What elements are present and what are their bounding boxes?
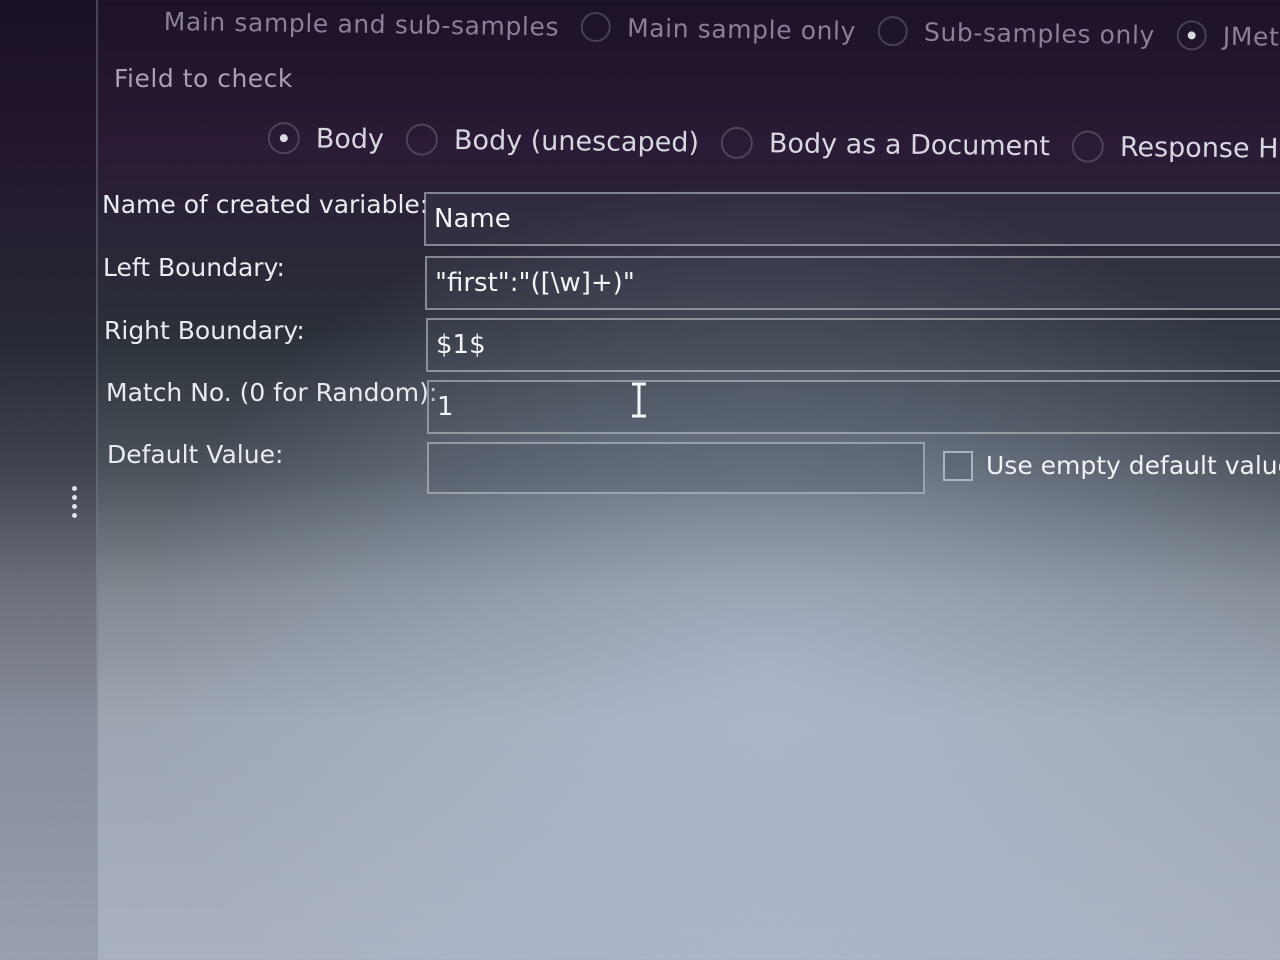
radio-selected-icon[interactable] <box>267 122 300 155</box>
radio-label: JMeter Variab <box>1222 21 1280 52</box>
radio-option-body[interactable]: Body <box>267 122 385 155</box>
radio-circle-icon[interactable] <box>720 126 754 160</box>
left-boundary-input[interactable] <box>425 256 1280 310</box>
radio-option-main-only[interactable]: Main sample only <box>559 11 857 46</box>
radio-option-body-unescaped[interactable]: Body (unescaped) <box>384 123 699 158</box>
sample-scope-radio-group: Main sample and sub-samples Main sample … <box>164 6 1280 53</box>
radio-label: Main sample only <box>626 12 857 46</box>
match-number-label: Match No. (0 for Random): <box>106 378 438 407</box>
radio-label: Body as a Document <box>768 127 1051 162</box>
radio-label: Response Headers <box>1119 131 1280 166</box>
radio-option-response-headers[interactable]: Response Headers <box>1050 130 1280 165</box>
radio-option-jmeter-variable[interactable]: JMeter Variab <box>1155 20 1280 53</box>
grip-dot <box>71 486 77 491</box>
default-value-input[interactable] <box>427 442 925 494</box>
text-cursor-icon <box>632 382 646 418</box>
grip-dot <box>71 495 77 500</box>
radio-selected-icon[interactable] <box>1176 20 1208 51</box>
panel-splitter[interactable] <box>96 0 98 960</box>
variable-name-input[interactable] <box>424 192 1280 246</box>
grip-dot <box>71 504 77 509</box>
match-number-input[interactable] <box>427 380 1280 434</box>
radio-circle-icon[interactable] <box>877 15 909 47</box>
variable-name-label: Name of created variable: <box>102 190 429 219</box>
radio-circle-icon[interactable] <box>405 123 439 156</box>
field-to-check-heading: Field to check <box>114 64 293 93</box>
radio-circle-icon[interactable] <box>1071 130 1105 163</box>
radio-option-main-and-sub[interactable]: Main sample and sub-samples <box>164 6 560 41</box>
right-boundary-input[interactable] <box>426 318 1280 372</box>
radio-label: Sub-samples only <box>923 17 1156 50</box>
default-value-label: Default Value: <box>107 440 284 469</box>
use-empty-default-label[interactable]: Use empty default value <box>986 451 1280 480</box>
radio-label: Body (unescaped) <box>453 124 700 159</box>
right-boundary-label: Right Boundary: <box>104 316 305 345</box>
radio-circle-icon[interactable] <box>580 11 612 43</box>
radio-label: Body <box>315 123 385 155</box>
grip-dot <box>71 513 77 518</box>
radio-label: Main sample and sub-samples <box>163 6 560 42</box>
radio-option-sub-only[interactable]: Sub-samples only <box>856 15 1156 50</box>
use-empty-default-checkbox[interactable] <box>943 451 973 481</box>
left-panel-edge <box>0 0 98 960</box>
field-to-check-radio-group: Body Body (unescaped) Body as a Document… <box>267 122 1280 166</box>
radio-option-body-as-document[interactable]: Body as a Document <box>699 126 1051 163</box>
left-boundary-label: Left Boundary: <box>103 253 285 282</box>
splitter-grip-icon[interactable] <box>70 486 78 518</box>
